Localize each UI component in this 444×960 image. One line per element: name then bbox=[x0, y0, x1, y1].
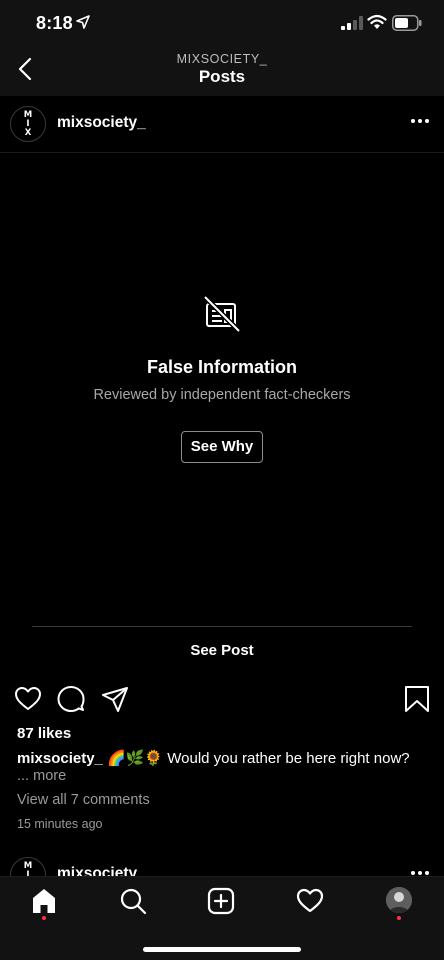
post-username[interactable]: mixsociety_ bbox=[57, 114, 146, 132]
status-time: 8:18 bbox=[36, 13, 73, 33]
profile-photo-icon bbox=[386, 887, 412, 913]
battery-icon bbox=[392, 15, 422, 31]
avatar-logo-text: MIX bbox=[23, 861, 33, 877]
more-options-icon[interactable] bbox=[408, 116, 432, 126]
caption-more-link[interactable]: ... more bbox=[17, 768, 66, 784]
caption-username[interactable]: mixsociety_ bbox=[17, 750, 103, 767]
post-header: MIX mixsociety_ bbox=[0, 96, 444, 153]
status-bar: 8:18 bbox=[0, 0, 444, 46]
post-timestamp: 15 minutes ago bbox=[17, 817, 103, 831]
see-why-button[interactable]: See Why bbox=[181, 431, 263, 463]
home-icon[interactable] bbox=[30, 887, 58, 915]
warning-subtitle: Reviewed by independent fact-checkers bbox=[93, 387, 351, 403]
location-arrow-icon bbox=[76, 15, 90, 29]
divider bbox=[32, 626, 412, 627]
more-options-icon[interactable] bbox=[408, 868, 432, 876]
view-comments-link[interactable]: View all 7 comments bbox=[17, 792, 150, 808]
likes-count[interactable]: 87 likes bbox=[17, 725, 71, 742]
tab-bar bbox=[0, 876, 444, 960]
nav-header: MIXSOCIETY_ Posts bbox=[0, 46, 444, 96]
search-icon[interactable] bbox=[119, 887, 147, 915]
bookmark-icon[interactable] bbox=[403, 685, 431, 713]
activity-heart-icon[interactable] bbox=[296, 887, 324, 915]
wifi-icon bbox=[367, 14, 387, 29]
next-post-avatar[interactable]: MIX bbox=[10, 857, 46, 876]
caption: mixsociety_ 🌈🌿🌻 Would you rather be here… bbox=[17, 750, 432, 768]
page-title: Posts bbox=[198, 67, 246, 86]
avatar[interactable]: MIX bbox=[10, 106, 46, 142]
false-information-icon bbox=[203, 295, 241, 333]
profile-notification-dot bbox=[397, 916, 401, 920]
warning-title: False Information bbox=[146, 357, 298, 377]
new-post-icon[interactable] bbox=[207, 887, 235, 915]
home-notification-dot bbox=[42, 916, 46, 920]
home-indicator[interactable] bbox=[143, 947, 301, 952]
see-post-button[interactable]: See Post bbox=[0, 642, 444, 659]
caption-text: 🌈🌿🌻 Would you rather be here right now? bbox=[102, 750, 410, 767]
nav-subtitle: MIXSOCIETY_ bbox=[176, 52, 268, 66]
profile-avatar[interactable] bbox=[386, 887, 412, 913]
comment-icon[interactable] bbox=[57, 685, 85, 713]
share-icon[interactable] bbox=[101, 685, 129, 713]
cellular-signal-icon bbox=[341, 16, 363, 30]
false-information-overlay: False Information Reviewed by independen… bbox=[0, 153, 444, 628]
next-post-username[interactable]: mixsociety_ bbox=[57, 865, 146, 876]
next-post-header: MIX mixsociety_ bbox=[0, 851, 444, 876]
heart-icon[interactable] bbox=[14, 685, 42, 713]
avatar-logo-text: MIX bbox=[23, 110, 33, 138]
